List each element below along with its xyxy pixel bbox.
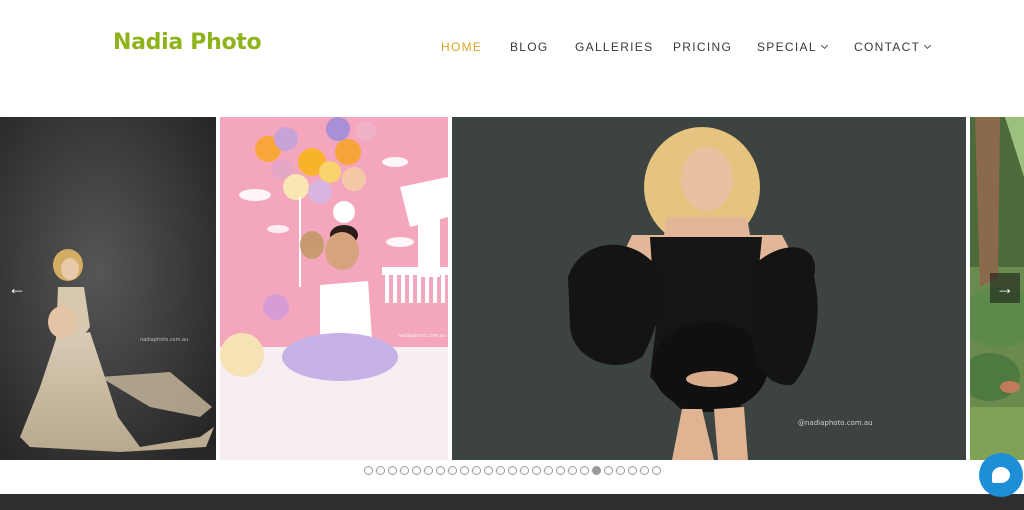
nav-special[interactable]: SPECIAL <box>757 40 828 54</box>
chevron-down-icon <box>924 41 932 49</box>
carousel-dot[interactable] <box>471 466 481 475</box>
carousel-dot[interactable] <box>483 466 493 475</box>
main-nav: HOME BLOG GALLERIES PRICING SPECIAL CONT… <box>0 40 1024 56</box>
carousel-dot[interactable] <box>387 466 397 475</box>
nav-pricing-label: PRICING <box>673 40 733 54</box>
carousel-dot[interactable] <box>411 466 421 475</box>
nav-home-label: HOME <box>441 40 483 54</box>
carousel-dot[interactable] <box>423 466 433 475</box>
slide-watermark: nadiaphoto.com.au <box>140 337 188 343</box>
footer-bar <box>0 494 1024 510</box>
carousel-next-button[interactable]: → <box>990 273 1020 303</box>
nav-blog[interactable]: BLOG <box>510 40 549 54</box>
carousel-dot[interactable] <box>363 466 373 475</box>
nav-pricing[interactable]: PRICING <box>673 40 732 54</box>
chevron-down-icon <box>820 41 828 49</box>
carousel-dot[interactable] <box>495 466 505 475</box>
image-carousel: nadiaphoto.com.au nadiaphoto.com.au @nad… <box>0 117 1024 461</box>
carousel-dot[interactable] <box>591 466 601 475</box>
carousel-pagination <box>0 466 1024 478</box>
carousel-dot[interactable] <box>603 466 613 475</box>
carousel-slide[interactable]: @nadiaphoto.com.au <box>452 117 966 460</box>
carousel-dot[interactable] <box>519 466 529 475</box>
carousel-dot[interactable] <box>399 466 409 475</box>
carousel-slide[interactable]: nadiaphoto.com.au <box>220 117 448 460</box>
carousel-dot[interactable] <box>615 466 625 475</box>
nav-galleries-label: GALLERIES <box>575 40 654 54</box>
nav-galleries[interactable]: GALLERIES <box>575 40 653 54</box>
maternity-bodysuit-photo: @nadiaphoto.com.au <box>452 117 966 460</box>
carousel-dot[interactable] <box>579 466 589 475</box>
nav-home[interactable]: HOME <box>441 40 482 54</box>
carousel-dot[interactable] <box>555 466 565 475</box>
carousel-dot[interactable] <box>627 466 637 475</box>
nav-special-label: SPECIAL <box>757 40 817 54</box>
carousel-dot[interactable] <box>459 466 469 475</box>
maternity-gown-photo: nadiaphoto.com.au <box>0 117 216 460</box>
carousel-dot[interactable] <box>375 466 385 475</box>
nav-contact[interactable]: CONTACT <box>854 40 932 54</box>
carousel-dot[interactable] <box>567 466 577 475</box>
chat-bubble-icon <box>992 467 1010 483</box>
carousel-dot[interactable] <box>543 466 553 475</box>
carousel-dot[interactable] <box>639 466 649 475</box>
slide-watermark: @nadiaphoto.com.au <box>798 419 873 427</box>
carousel-dot[interactable] <box>507 466 517 475</box>
nav-contact-label: CONTACT <box>854 40 921 54</box>
carousel-dot[interactable] <box>651 466 661 475</box>
chat-button[interactable] <box>979 453 1023 497</box>
site-header: Nadia Photo HOME BLOG GALLERIES PRICING … <box>0 0 1024 117</box>
nav-blog-label: BLOG <box>510 40 549 54</box>
carousel-dot[interactable] <box>447 466 457 475</box>
carousel-dot[interactable] <box>435 466 445 475</box>
carousel-prev-button[interactable]: ← <box>2 273 32 303</box>
arrow-right-icon: → <box>996 277 1014 298</box>
baby-birthday-photo: nadiaphoto.com.au <box>220 117 448 460</box>
carousel-dot[interactable] <box>531 466 541 475</box>
slide-watermark: nadiaphoto.com.au <box>398 333 446 339</box>
arrow-left-icon: ← <box>8 277 26 298</box>
carousel-slide[interactable]: nadiaphoto.com.au <box>0 117 216 460</box>
